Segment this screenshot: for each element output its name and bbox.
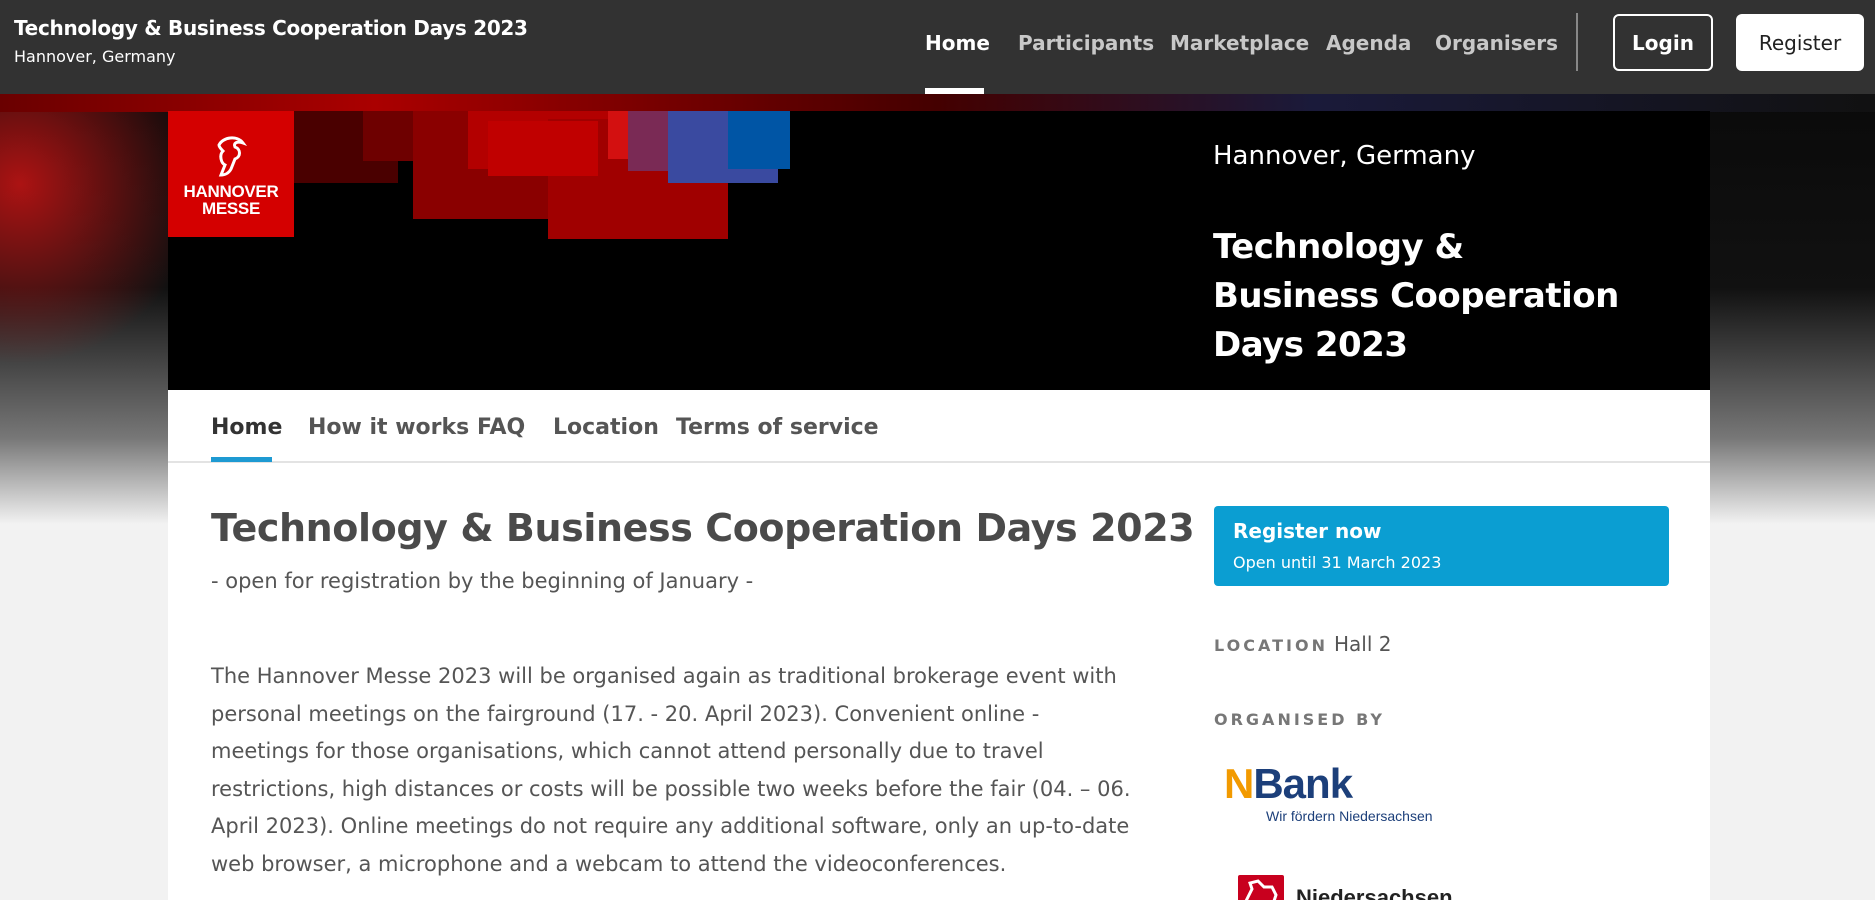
tab-faq[interactable]: FAQ [477, 415, 525, 440]
nbank-logo[interactable]: NBank Wir fördern Niedersachsen [1224, 763, 1433, 825]
nav-marketplace[interactable]: Marketplace [1170, 31, 1309, 55]
hero-background-strip [0, 94, 1875, 112]
register-deadline: Open until 31 March 2023 [1233, 553, 1442, 572]
tab-terms-of-service[interactable]: Terms of service [676, 415, 879, 440]
niedersachsen-horse-icon [1238, 875, 1284, 900]
nav-divider [1576, 13, 1578, 71]
location-label: LOCATION [1214, 636, 1328, 655]
niedersachsen-name: Niedersachsen [1296, 885, 1453, 900]
sub-navigation: Home How it works FAQ Location Terms of … [168, 390, 1710, 463]
nav-agenda[interactable]: Agenda [1326, 31, 1411, 55]
tab-home[interactable]: Home [211, 415, 282, 440]
location-value: Hall 2 [1333, 632, 1392, 656]
tab-active-indicator [211, 457, 272, 462]
event-banner: HANNOVER MESSE Hannover, Germany Technol… [168, 111, 1710, 390]
tab-location[interactable]: Location [553, 415, 659, 440]
hannover-messe-logo: HANNOVER MESSE [168, 111, 294, 237]
event-location: Hannover, Germany [14, 47, 176, 66]
nbank-n: N [1224, 760, 1254, 807]
page-title: Technology & Business Cooperation Days 2… [211, 506, 1195, 550]
register-button[interactable]: Register [1736, 14, 1864, 71]
banner-square [488, 121, 598, 176]
logo-text-line1: HANNOVER [183, 182, 279, 201]
banner-title: Technology & Business Cooperation Days 2… [1213, 227, 1619, 365]
banner-location: Hannover, Germany [1213, 141, 1476, 171]
register-now-button[interactable]: Register now Open until 31 March 2023 [1214, 506, 1669, 586]
event-description: The Hannover Messe 2023 will be organise… [211, 664, 1131, 876]
logo-text: HANNOVER MESSE [168, 183, 294, 217]
top-navigation-bar: Technology & Business Cooperation Days 2… [0, 0, 1875, 94]
logo-text-line2: MESSE [201, 199, 261, 218]
tab-how-it-works[interactable]: How it works [308, 415, 469, 440]
content-card: Home How it works FAQ Location Terms of … [168, 390, 1710, 900]
nav-home[interactable]: Home [925, 31, 990, 55]
banner-square [728, 111, 790, 169]
login-button[interactable]: Login [1613, 14, 1713, 71]
nav-organisers[interactable]: Organisers [1435, 31, 1558, 55]
hermes-head-icon [217, 136, 248, 177]
nav-participants[interactable]: Participants [1018, 31, 1154, 55]
nav-active-indicator [925, 88, 984, 94]
nbank-wordmark: NBank [1224, 763, 1433, 805]
nbank-bank: Bank [1253, 760, 1353, 807]
location-info: LOCATION Hall 2 [1214, 632, 1391, 656]
organised-by-label: ORGANISED BY [1214, 710, 1385, 729]
event-brand[interactable]: Technology & Business Cooperation Days 2… [14, 16, 528, 66]
register-now-title: Register now [1233, 519, 1382, 543]
nbank-tagline: Wir fördern Niedersachsen [1266, 808, 1433, 824]
page-subtitle: - open for registration by the beginning… [211, 569, 754, 593]
event-title: Technology & Business Cooperation Days 2… [14, 16, 528, 40]
